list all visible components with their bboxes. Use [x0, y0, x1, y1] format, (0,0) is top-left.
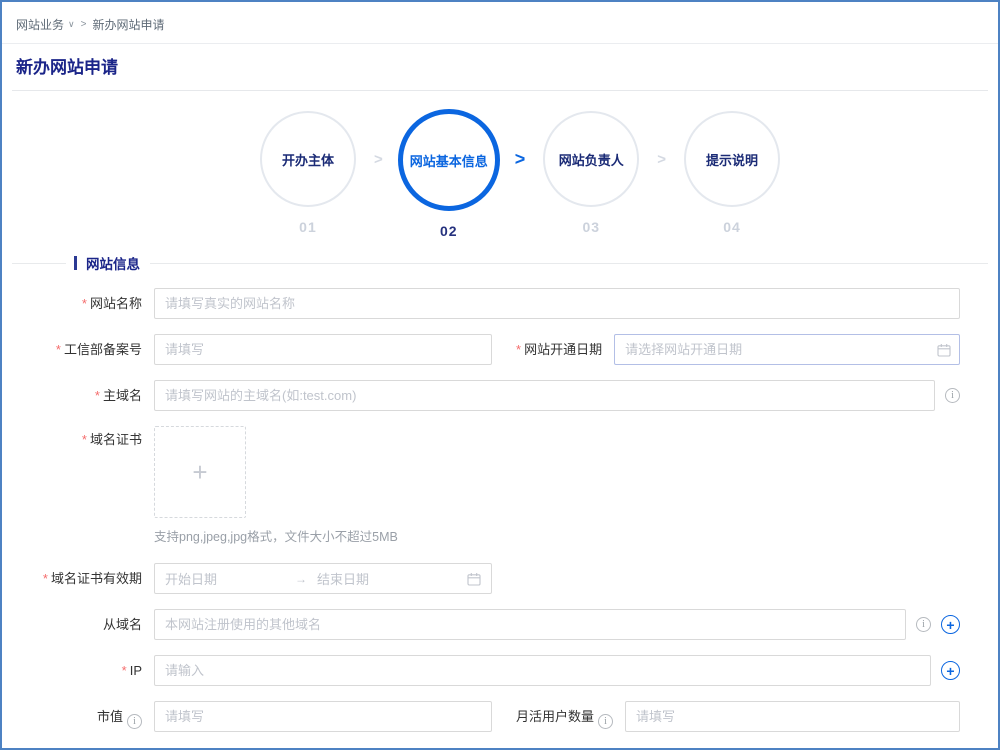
calendar-icon[interactable]: [937, 343, 951, 357]
main-domain-input[interactable]: [154, 380, 935, 411]
icp-number-label: *工信部备案号: [2, 334, 142, 365]
chevron-down-icon[interactable]: ∨: [68, 19, 75, 30]
step-label: 网站基本信息: [410, 151, 488, 170]
domain-cert-upload-button[interactable]: +: [154, 426, 246, 518]
step-website-basic-info[interactable]: 网站基本信息 02: [397, 109, 501, 239]
add-ip-button[interactable]: +: [941, 661, 960, 680]
launch-date-label: *网站开通日期: [516, 334, 602, 365]
section-accent-bar: [74, 256, 77, 270]
secondary-domain-input[interactable]: [154, 609, 906, 640]
form-row-secondary-domain: 从域名 i +: [2, 609, 960, 640]
info-icon[interactable]: i: [916, 617, 931, 632]
breadcrumb-separator: >: [81, 19, 87, 30]
market-value-input[interactable]: [154, 701, 492, 732]
step-label: 开办主体: [282, 150, 334, 169]
form-row-icp-and-launch-date: *工信部备案号 *网站开通日期: [2, 334, 960, 365]
section-title: 网站信息: [86, 253, 140, 273]
end-date-placeholder: 结束日期: [317, 569, 467, 588]
step-circle-active[interactable]: 网站基本信息: [398, 109, 500, 211]
required-mark: *: [95, 388, 100, 403]
range-arrow-icon: →: [295, 572, 307, 586]
step-label: 网站负责人: [559, 150, 624, 169]
breadcrumb-divider: [2, 43, 998, 44]
website-name-input[interactable]: [154, 288, 960, 319]
form-row-domain-cert: *域名证书 + 支持png,jpeg,jpg格式，文件大小不超过5MB: [2, 426, 960, 545]
icp-number-input[interactable]: [154, 334, 492, 365]
launch-date-picker[interactable]: [614, 334, 960, 365]
required-mark: *: [82, 432, 87, 447]
market-value-label: 市值i: [2, 701, 142, 732]
step-label: 提示说明: [706, 150, 758, 169]
step-kaiban-zhuti[interactable]: 开办主体 01: [256, 109, 360, 235]
step-circle[interactable]: 开办主体: [260, 111, 356, 207]
required-mark: *: [56, 342, 61, 357]
step-number: 02: [440, 223, 458, 239]
form-row-market-value-and-mau: 市值i 月活用户数量i: [2, 701, 960, 732]
page-title: 新办网站申请: [16, 53, 998, 78]
form-row-website-name: *网站名称: [2, 288, 960, 319]
step-tips[interactable]: 提示说明 04: [680, 109, 784, 235]
breadcrumb-parent-link[interactable]: 网站业务: [16, 16, 64, 33]
cert-validity-range-picker[interactable]: 开始日期 → 结束日期: [154, 563, 492, 594]
required-mark: *: [516, 342, 521, 357]
secondary-domain-label: 从域名: [2, 609, 142, 640]
section-line-right: [150, 263, 988, 264]
breadcrumb: 网站业务 ∨ > 新办网站申请: [2, 2, 998, 33]
form-row-cert-validity: *域名证书有效期 开始日期 → 结束日期: [2, 563, 960, 594]
add-secondary-domain-button[interactable]: +: [941, 615, 960, 634]
domain-cert-label: *域名证书: [2, 426, 142, 449]
required-mark: *: [82, 296, 87, 311]
info-icon[interactable]: i: [127, 714, 142, 729]
calendar-icon[interactable]: [467, 572, 481, 586]
start-date-placeholder: 开始日期: [165, 569, 295, 588]
required-mark: *: [122, 663, 127, 678]
required-mark: *: [43, 571, 48, 586]
mau-label: 月活用户数量i: [516, 701, 613, 732]
launch-date-input[interactable]: [614, 334, 960, 365]
upload-hint: 支持png,jpeg,jpg格式，文件大小不超过5MB: [154, 526, 398, 545]
ip-input[interactable]: [154, 655, 931, 686]
step-number: 04: [723, 219, 741, 235]
plus-icon: +: [192, 457, 207, 488]
chevron-right-icon: >: [374, 109, 383, 209]
breadcrumb-current: 新办网站申请: [92, 16, 164, 33]
new-website-application-page: 网站业务 ∨ > 新办网站申请 新办网站申请 开办主体 01 > 网站基本信息 …: [0, 0, 1000, 750]
section-line-left: [12, 263, 66, 264]
website-name-label: *网站名称: [2, 288, 142, 319]
main-domain-label: *主域名: [2, 380, 142, 411]
step-circle[interactable]: 提示说明: [684, 111, 780, 207]
step-circle[interactable]: 网站负责人: [543, 111, 639, 207]
stepper: 开办主体 01 > 网站基本信息 02 > 网站负责人 03 > 提示说明 04: [2, 109, 998, 239]
info-icon[interactable]: i: [598, 714, 613, 729]
website-info-form: *网站名称 *工信部备案号 *网站开通日期: [2, 288, 998, 732]
step-number: 01: [299, 219, 317, 235]
info-icon[interactable]: i: [945, 388, 960, 403]
title-divider: [12, 90, 988, 91]
ip-label: *IP: [2, 655, 142, 686]
step-number: 03: [582, 219, 600, 235]
form-row-main-domain: *主域名 i: [2, 380, 960, 411]
section-header-website-info: 网站信息: [12, 253, 988, 273]
mau-input[interactable]: [625, 701, 960, 732]
cert-validity-label: *域名证书有效期: [2, 563, 142, 594]
form-row-ip: *IP +: [2, 655, 960, 686]
step-website-contact[interactable]: 网站负责人 03: [539, 109, 643, 235]
chevron-right-icon-active: >: [515, 109, 526, 209]
chevron-right-icon: >: [657, 109, 666, 209]
